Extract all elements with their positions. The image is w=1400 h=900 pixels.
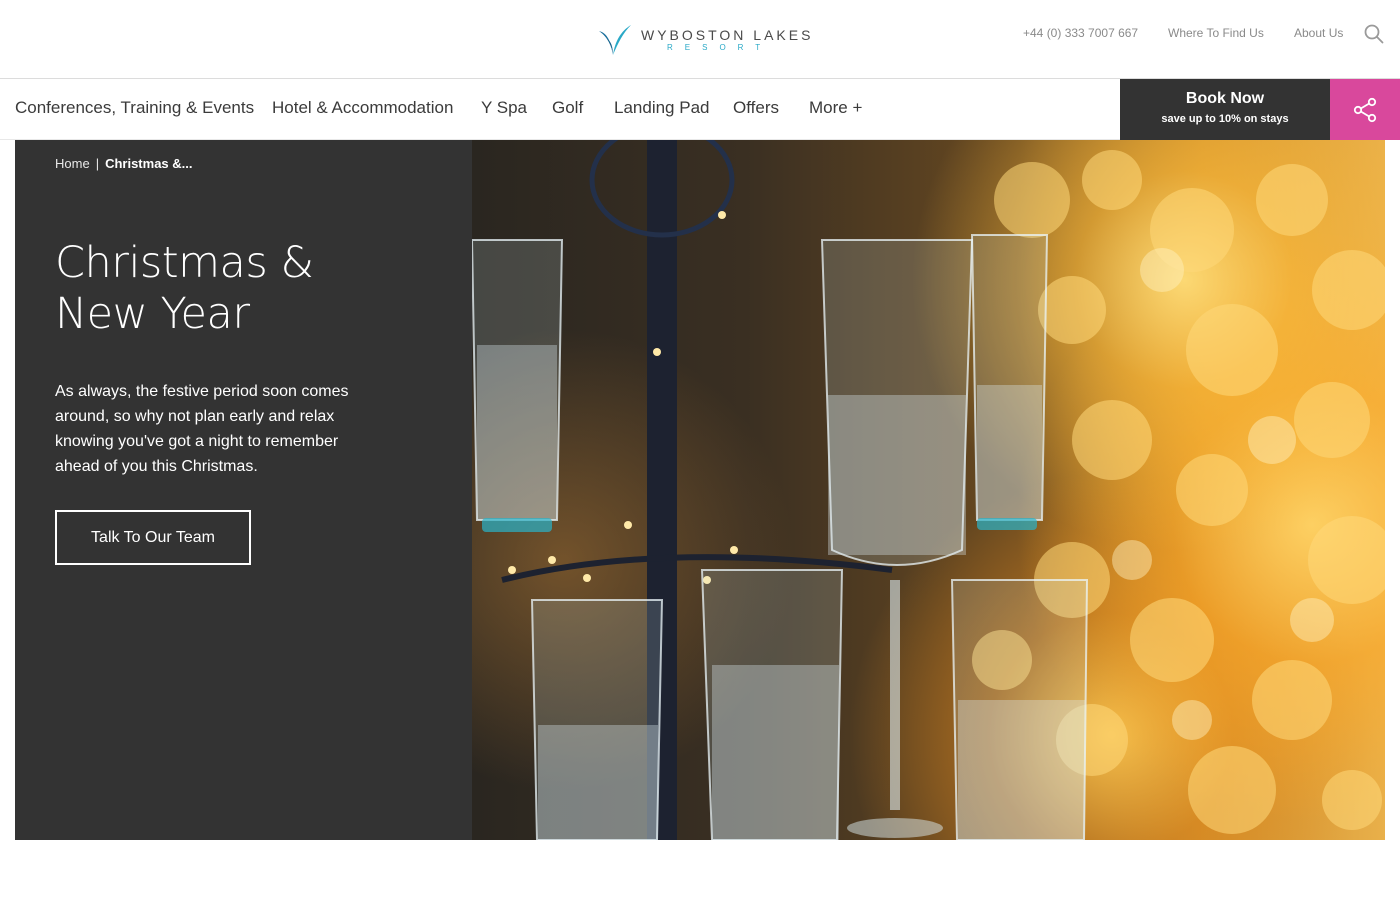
where-to-find-us-link[interactable]: Where To Find Us xyxy=(1168,26,1264,40)
nav-item-golf[interactable]: Golf xyxy=(552,98,583,118)
nav-item-hotel[interactable]: Hotel & Accommodation xyxy=(272,98,453,118)
nav-item-y-spa[interactable]: Y Spa xyxy=(481,98,527,118)
about-us-link[interactable]: About Us xyxy=(1294,26,1343,40)
hero-description: As always, the festive period soon comes… xyxy=(55,383,349,475)
talk-to-our-team-button[interactable]: Talk To Our Team xyxy=(55,510,251,565)
wyboston-logo[interactable]: WYBOSTON LAKES RESORT xyxy=(597,20,813,60)
nav-item-landing-pad[interactable]: Landing Pad xyxy=(614,98,709,118)
share-icon xyxy=(1353,97,1377,122)
breadcrumb-separator: | xyxy=(95,156,100,171)
book-now-subtitle: save up to 10% on stays xyxy=(1161,113,1289,125)
nav-item-conferences[interactable]: Conferences, Training & Events xyxy=(15,98,254,118)
search-icon[interactable] xyxy=(1364,24,1384,44)
page-title: Christmas & New Year xyxy=(55,238,314,339)
nav-item-more[interactable]: More + xyxy=(809,98,862,118)
logo-mark-icon xyxy=(599,25,631,55)
champagne-glasses-illustration xyxy=(472,140,1385,840)
book-now-title: Book Now xyxy=(1185,90,1265,107)
logo-subtitle: RESORT xyxy=(667,43,773,52)
breadcrumb: Home | Christmas &... xyxy=(55,156,193,171)
hero-image-champagne-glasses xyxy=(472,140,1385,840)
nav-item-offers[interactable]: Offers xyxy=(733,98,779,118)
phone-link[interactable]: +44 (0) 333 7007 667 xyxy=(1023,26,1138,40)
logo-name: WYBOSTON LAKES xyxy=(641,27,814,43)
top-bar: WYBOSTON LAKES RESORT +44 (0) 333 7007 6… xyxy=(0,0,1400,79)
breadcrumb-home[interactable]: Home xyxy=(55,156,90,171)
share-button[interactable] xyxy=(1330,79,1400,140)
book-now-button[interactable]: Book Now save up to 10% on stays xyxy=(1120,79,1330,140)
breadcrumb-current: Christmas &... xyxy=(105,156,193,171)
hero-panel: Home | Christmas &... Christmas & New Year… xyxy=(15,140,472,840)
